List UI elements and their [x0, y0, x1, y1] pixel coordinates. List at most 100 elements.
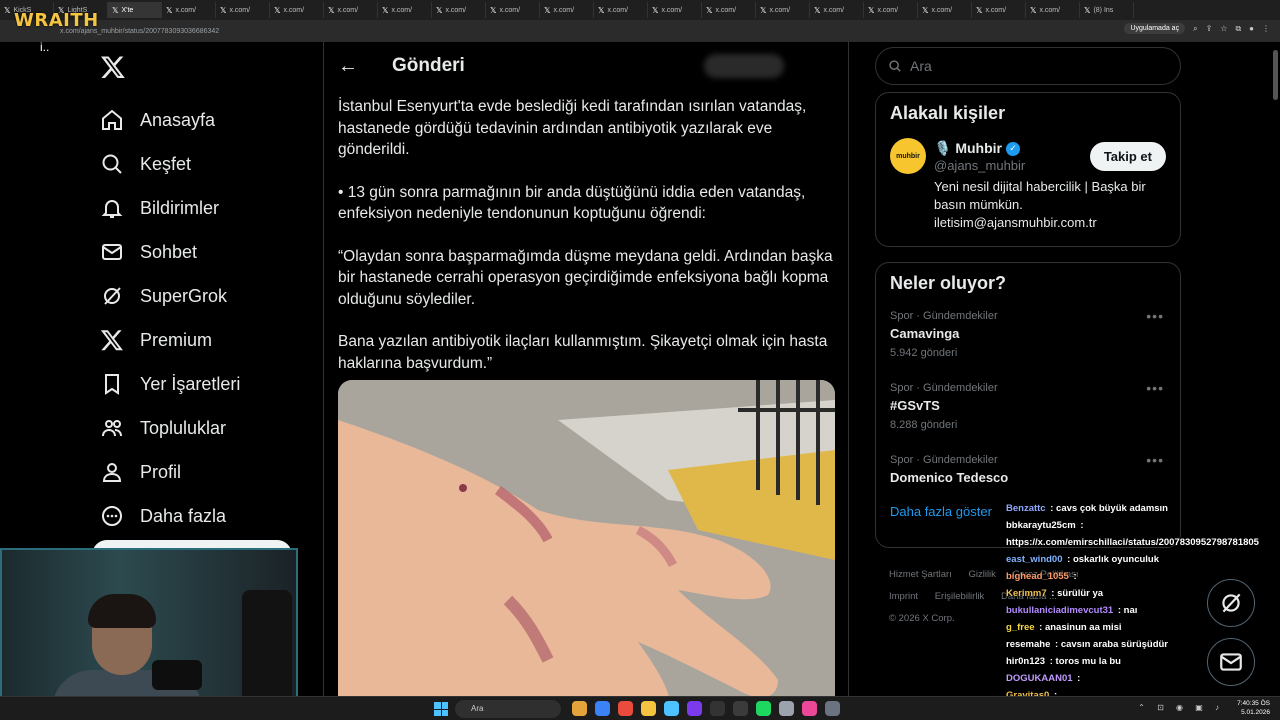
- chat-username[interactable]: Kerimm7: [1006, 588, 1047, 599]
- nav-item-home[interactable]: Anasayfa: [100, 98, 240, 142]
- spotify-icon[interactable]: [756, 701, 771, 716]
- browser-tab[interactable]: 𝕏x.com/: [702, 2, 756, 18]
- browser-tab[interactable]: 𝕏x.com/: [648, 2, 702, 18]
- chat-username[interactable]: hir0n123: [1006, 656, 1045, 667]
- chat-username[interactable]: bbkaraytu25cm: [1006, 520, 1076, 531]
- chat-separator: :: [1047, 503, 1057, 514]
- follow-button[interactable]: Takip et: [1089, 142, 1166, 171]
- footer-link[interactable]: Erişilebilirlik: [935, 591, 985, 602]
- share-icon[interactable]: ⇪: [1206, 24, 1213, 33]
- taskbar-apps: [572, 701, 840, 716]
- more-options-icon[interactable]: •••: [1146, 452, 1164, 468]
- trend-item[interactable]: Spor · Gündemdekiler Camavinga 5.942 gön…: [876, 304, 1180, 376]
- nav-item-explore[interactable]: Keşfet: [100, 142, 240, 186]
- browser-tab[interactable]: 𝕏 (8) Ins: [1080, 2, 1134, 18]
- browser-tab[interactable]: 𝕏x.com/: [270, 2, 324, 18]
- nav-item-label: Yer İşaretleri: [140, 373, 241, 394]
- browser-tab[interactable]: 𝕏x.com/: [324, 2, 378, 18]
- more-options-icon[interactable]: •••: [1146, 308, 1164, 324]
- chat-message: Kerimm7 : sürülür ya: [1006, 585, 1276, 602]
- browser-tab[interactable]: 𝕏x.com/: [432, 2, 486, 18]
- avatar[interactable]: muhbir: [890, 138, 926, 174]
- browser-tab[interactable]: 𝕏x.com/: [594, 2, 648, 18]
- trend-item[interactable]: Spor · Gündemdekiler #GSvTS 8.288 gönder…: [876, 376, 1180, 448]
- folder-icon[interactable]: [641, 701, 656, 716]
- clock-time: 7:40:35 ÖS: [1237, 700, 1270, 707]
- browser-tab[interactable]: 𝕏x.com/: [1026, 2, 1080, 18]
- back-arrow-icon[interactable]: ←: [338, 55, 358, 78]
- tab-label: x.com/: [1039, 6, 1061, 14]
- browser-tab[interactable]: 𝕏x.com/: [756, 2, 810, 18]
- address-bar[interactable]: x.com/ajans_muhbir/status/20077830930366…: [0, 20, 1280, 42]
- app-icon[interactable]: [687, 701, 702, 716]
- post-media-image[interactable]: [338, 380, 835, 720]
- windows-start-icon[interactable]: [434, 702, 448, 716]
- app-icon[interactable]: [710, 701, 725, 716]
- chat-username[interactable]: Benzattc: [1006, 503, 1046, 514]
- app-icon[interactable]: [802, 701, 817, 716]
- nav-item-label: SuperGrok: [140, 285, 228, 306]
- nav-item-notifications[interactable]: Bildirimler: [100, 186, 240, 230]
- nav-item-bookmarks[interactable]: Yer İşaretleri: [100, 362, 240, 406]
- chat-username[interactable]: bukullaniciadimevcut31: [1006, 605, 1113, 616]
- system-tray[interactable]: ⌃ ⊡ ◉ ▣ ♪: [1138, 703, 1224, 712]
- chat-username[interactable]: resemahe: [1006, 639, 1050, 650]
- browser-tab[interactable]: 𝕏x.com/: [162, 2, 216, 18]
- browser-tab[interactable]: 𝕏x.com/: [918, 2, 972, 18]
- chat-username[interactable]: g_free: [1006, 622, 1035, 633]
- extensions-icon[interactable]: ⧉: [1235, 24, 1241, 34]
- star-icon[interactable]: ☆: [1220, 24, 1227, 33]
- chat-username[interactable]: east_wind00: [1006, 554, 1063, 565]
- bell-icon: [101, 200, 123, 218]
- app-icon[interactable]: [825, 701, 840, 716]
- app-icon[interactable]: [779, 701, 794, 716]
- nav-item-communities[interactable]: Topluluklar: [100, 406, 240, 450]
- open-in-app-button[interactable]: Uygulamada aç: [1124, 23, 1186, 34]
- nav-item-label: Profil: [140, 461, 182, 482]
- search-input[interactable]: Ara: [875, 47, 1181, 85]
- app-icon[interactable]: [733, 701, 748, 716]
- tab-favicon-icon: 𝕏: [652, 5, 659, 15]
- tab-favicon-icon: 𝕏: [490, 5, 497, 15]
- browser-tab[interactable]: 𝕏 X'te: [108, 2, 162, 18]
- app-icon[interactable]: [664, 701, 679, 716]
- footer-link[interactable]: Hizmet Şartları: [889, 569, 952, 580]
- person-icon: [102, 463, 122, 482]
- nav-item-supergrok[interactable]: SuperGrok: [100, 274, 240, 318]
- webcam-overlay: [0, 548, 298, 720]
- chat-username[interactable]: bighead_1055: [1006, 571, 1069, 582]
- app-icon[interactable]: [595, 701, 610, 716]
- chrome-icon[interactable]: [618, 701, 633, 716]
- zoom-icon[interactable]: ⌕: [1193, 24, 1197, 34]
- scrollbar[interactable]: [1273, 50, 1278, 100]
- browser-tab[interactable]: 𝕏x.com/: [972, 2, 1026, 18]
- trend-count: 5.942 gönderi: [890, 347, 958, 359]
- nav-item-more[interactable]: Daha fazla: [100, 494, 240, 538]
- chat-username[interactable]: DOGUKAAN01: [1006, 673, 1073, 684]
- profile-name[interactable]: 🎙️ Muhbir ✓: [934, 140, 1020, 157]
- x-logo-icon[interactable]: [100, 54, 126, 80]
- menu-icon[interactable]: ⋮: [1262, 24, 1270, 33]
- browser-tab[interactable]: 𝕏x.com/: [864, 2, 918, 18]
- footer-link[interactable]: Gizlilik: [968, 569, 995, 580]
- chat-message: bbkaraytu25cm : https://x.com/emirschill…: [1006, 517, 1276, 551]
- nav-item-profile[interactable]: Profil: [100, 450, 240, 494]
- browser-tab[interactable]: 𝕏x.com/: [486, 2, 540, 18]
- nav-item-premium[interactable]: Premium: [100, 318, 240, 362]
- trend-item[interactable]: Spor · Gündemdekiler Domenico Tedesco ••…: [876, 448, 1180, 500]
- browser-tab[interactable]: 𝕏x.com/: [810, 2, 864, 18]
- clock[interactable]: 7:40:35 ÖS 5.01.2026: [1237, 699, 1270, 717]
- nav-item-chat[interactable]: Sohbet: [100, 230, 240, 274]
- browser-tab[interactable]: 𝕏x.com/: [216, 2, 270, 18]
- taskbar-search[interactable]: Ara: [455, 700, 561, 718]
- profile-bio: Yeni nesil dijital habercilik | Başka bi…: [934, 179, 1146, 230]
- footer-link[interactable]: Imprint: [889, 591, 918, 602]
- chat-message: g_free : anasinun aa misi: [1006, 619, 1276, 636]
- browser-tab[interactable]: 𝕏x.com/: [540, 2, 594, 18]
- related-people-card: Alakalı kişiler muhbir 🎙️ Muhbir ✓ @ajan…: [875, 92, 1181, 247]
- app-icon[interactable]: [572, 701, 587, 716]
- profile-icon[interactable]: ●: [1249, 24, 1254, 33]
- browser-tab[interactable]: 𝕏x.com/: [378, 2, 432, 18]
- more-options-icon[interactable]: •••: [1146, 380, 1164, 396]
- tab-favicon-icon: 𝕏: [436, 5, 443, 15]
